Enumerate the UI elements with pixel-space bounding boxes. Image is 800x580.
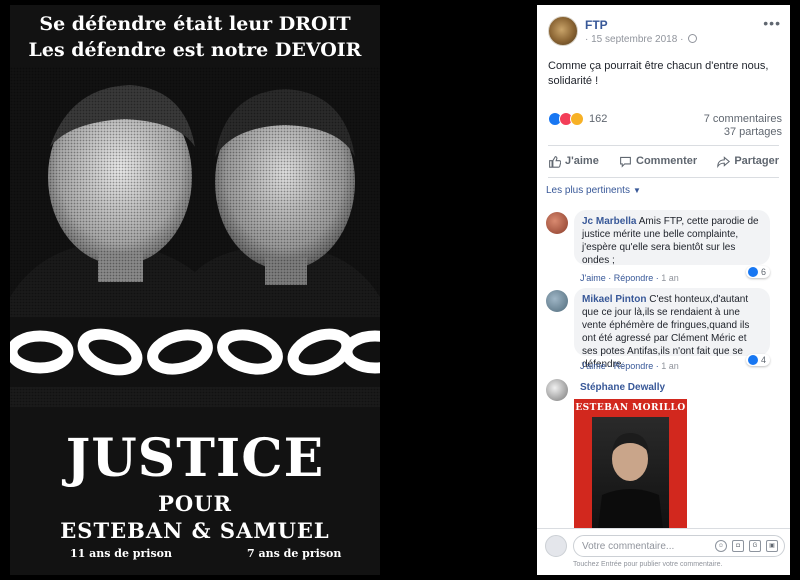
post-separator: · <box>585 34 589 45</box>
avatar[interactable] <box>546 212 568 234</box>
comment-like-link[interactable]: J'aime <box>580 361 606 371</box>
sticker-icon[interactable]: ▣ <box>766 540 778 552</box>
avatar <box>545 535 567 557</box>
comment-reply-link[interactable]: Répondre <box>614 361 654 371</box>
comments-count[interactable]: 7 commentaires <box>704 113 782 125</box>
avatar[interactable] <box>546 379 568 401</box>
composer-icons: ☺ ◘ G ▣ <box>715 540 778 552</box>
comment-links: J'aime · Répondre · 1 an <box>580 273 679 283</box>
like-label: J'aime <box>565 155 599 167</box>
comment-composer: ☺ ◘ G ▣ Touchez Entrée pour publier votr… <box>537 528 790 575</box>
poster-headline-line-1: Se défendre était leur DROIT <box>39 13 351 35</box>
comment-reaction-count: 4 <box>761 355 767 365</box>
divider <box>548 177 779 178</box>
comment-age[interactable]: 1 an <box>661 361 679 371</box>
composer-hint: Touchez Entrée pour publier votre commen… <box>573 561 723 568</box>
comment-reactions[interactable]: 4 <box>746 354 771 366</box>
comment-author[interactable]: Stéphane Dewally <box>580 382 665 393</box>
poster-justice-title: JUSTICE <box>65 428 325 489</box>
poster-sentence-right: 7 ans de prison <box>247 547 342 560</box>
reactions-summary[interactable]: 162 <box>548 111 607 127</box>
post-separator-2: · <box>680 34 684 45</box>
comment-image[interactable]: ESTEBAN MORILLO <box>574 399 687 529</box>
post-header: FTP · 15 septembre 2018 · ••• <box>537 5 790 50</box>
globe-icon <box>688 34 698 43</box>
gif-icon[interactable]: G <box>749 540 761 552</box>
comment-button[interactable]: Commenter <box>619 155 697 168</box>
shares-count[interactable]: 37 partages <box>724 126 782 138</box>
post-sidebar: FTP · 15 septembre 2018 · ••• Comme ça p… <box>537 5 790 575</box>
page-name-link[interactable]: FTP <box>585 18 608 32</box>
page-avatar[interactable] <box>548 16 578 46</box>
reaction-count: 162 <box>589 113 608 125</box>
comment-links: J'aime · Répondre · 1 an <box>580 361 679 371</box>
comment-reaction-count: 6 <box>761 267 767 277</box>
comment-age[interactable]: 1 an <box>661 273 679 283</box>
comment-bubble: Jc Marbella Amis FTP, cette parodie de j… <box>574 210 770 266</box>
poster-sentence-left: 11 ans de prison <box>70 547 172 560</box>
sad-icon <box>570 112 584 126</box>
comment-reply-link[interactable]: Répondre <box>614 273 654 283</box>
share-button[interactable]: Partager <box>717 155 779 168</box>
post-date[interactable]: 15 septembre 2018 <box>591 34 677 45</box>
divider <box>548 145 779 146</box>
poster-headline-line-2: Les défendre est notre DEVOIR <box>28 39 362 61</box>
post-meta: · 15 septembre 2018 · <box>585 34 698 45</box>
comment-author[interactable]: Mikael Pinton <box>582 294 646 305</box>
like-icon <box>748 355 758 365</box>
emoji-icon[interactable]: ☺ <box>715 540 727 552</box>
comment-icon <box>620 156 631 168</box>
poster-names: ESTEBAN & SAMUEL <box>60 518 330 543</box>
comment-author[interactable]: Jc Marbella <box>582 216 636 227</box>
poster-pour: POUR <box>158 491 232 516</box>
comment-input-box[interactable]: ☺ ◘ G ▣ <box>573 535 785 557</box>
comment-input[interactable] <box>582 539 702 553</box>
share-icon <box>717 155 731 168</box>
comment-sort-dropdown[interactable]: Les plus pertinents ▼ <box>546 185 641 196</box>
post-image[interactable]: Se défendre était leur DROIT Les défendr… <box>10 5 380 575</box>
comment-text: C'est honteux,d'autant que ce jour là,il… <box>582 294 750 370</box>
poster-portrait <box>10 67 380 407</box>
more-options-icon[interactable]: ••• <box>763 15 781 31</box>
comment-bubble: Mikael Pinton C'est honteux,d'autant que… <box>574 288 770 370</box>
camera-icon[interactable]: ◘ <box>732 540 744 552</box>
comment-like-link[interactable]: J'aime <box>580 273 606 283</box>
comment-image-title: ESTEBAN MORILLO <box>575 403 686 413</box>
post-actions: J'aime Commenter Partager <box>548 149 779 173</box>
thumbs-up-icon <box>549 155 561 168</box>
like-button[interactable]: J'aime <box>548 155 599 168</box>
screen: Se défendre était leur DROIT Les défendr… <box>0 0 800 580</box>
caret-down-icon: ▼ <box>632 186 641 195</box>
share-label: Partager <box>734 155 779 167</box>
avatar[interactable] <box>546 290 568 312</box>
like-icon <box>748 267 758 277</box>
comment-label: Commenter <box>636 155 698 167</box>
portrait-icon <box>598 433 663 529</box>
poster-headline: Se défendre était leur DROIT Les défendr… <box>10 11 380 63</box>
comment-image-photo <box>592 417 669 529</box>
sort-label: Les plus pertinents <box>546 185 630 196</box>
post-text: Comme ça pourrait être chacun d'entre no… <box>548 60 769 87</box>
comment-reactions[interactable]: 6 <box>746 266 771 278</box>
